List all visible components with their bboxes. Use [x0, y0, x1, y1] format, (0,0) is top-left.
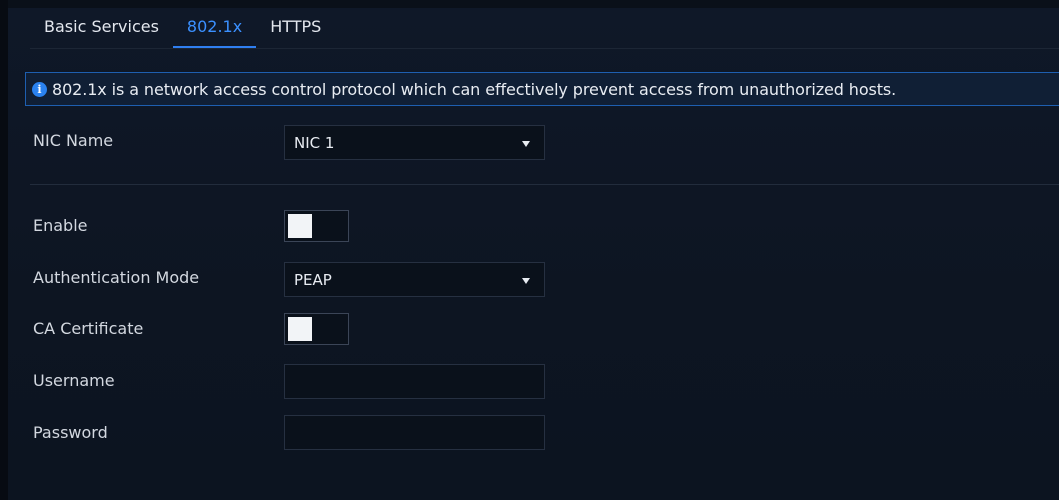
tab-bar: Basic Services 802.1x HTTPS: [30, 8, 335, 48]
tab-basic-services[interactable]: Basic Services: [30, 8, 173, 46]
nic-name-select[interactable]: NIC 1: [284, 125, 545, 160]
chevron-down-icon: [522, 277, 530, 284]
authentication-mode-label: Authentication Mode: [33, 268, 200, 287]
authentication-mode-value: PEAP: [294, 270, 332, 289]
nic-name-label: NIC Name: [33, 131, 114, 150]
enable-label: Enable: [33, 216, 88, 235]
info-icon: i: [32, 81, 47, 97]
tab-divider: [30, 48, 1059, 49]
toggle-knob: [288, 317, 312, 341]
password-label: Password: [33, 423, 108, 442]
info-banner: i 802.1x is a network access control pro…: [25, 72, 1059, 106]
top-strip: [8, 0, 1059, 8]
section-divider: [30, 184, 1059, 185]
nic-name-value: NIC 1: [294, 133, 335, 152]
enable-toggle[interactable]: [284, 210, 349, 242]
settings-panel: Basic Services 802.1x HTTPS i 802.1x is …: [0, 0, 1059, 500]
ca-certificate-label: CA Certificate: [33, 319, 144, 338]
toggle-knob: [288, 214, 312, 238]
username-label: Username: [33, 371, 115, 390]
username-input[interactable]: [284, 364, 545, 399]
info-text: 802.1x is a network access control proto…: [52, 79, 897, 99]
tab-https[interactable]: HTTPS: [256, 8, 335, 46]
password-input[interactable]: [284, 415, 545, 450]
tab-802-1x[interactable]: 802.1x: [172, 8, 257, 48]
ca-certificate-toggle[interactable]: [284, 313, 349, 345]
authentication-mode-select[interactable]: PEAP: [284, 262, 545, 297]
chevron-down-icon: [522, 140, 530, 147]
